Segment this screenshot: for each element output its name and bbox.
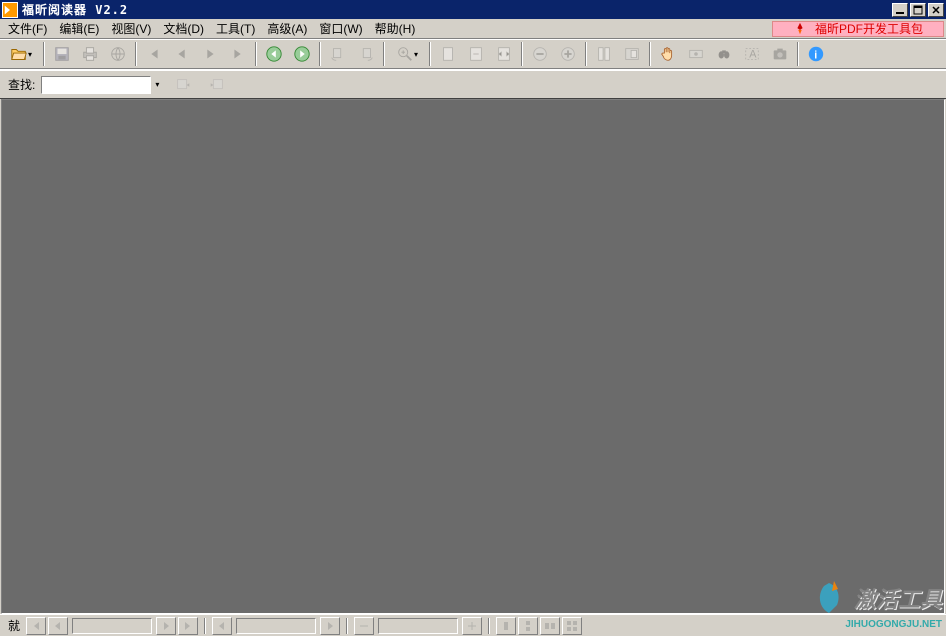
fit-page-button[interactable]	[463, 41, 489, 67]
separator	[797, 42, 799, 66]
print-button[interactable]	[77, 41, 103, 67]
watermark-url: JIHUOGONGJU.NET	[845, 619, 942, 630]
menu-advanced[interactable]: 高级(A)	[261, 18, 313, 39]
close-button[interactable]	[928, 3, 944, 17]
ad-text: 福昕PDF开发工具包	[815, 20, 923, 37]
find-label: 查找:	[8, 76, 35, 93]
info-button[interactable]: i	[803, 41, 829, 67]
view-continuous-facing-button[interactable]	[562, 617, 582, 635]
menu-document[interactable]: 文档(D)	[157, 18, 210, 39]
status-text: 就	[4, 617, 24, 634]
menu-window[interactable]: 窗口(W)	[313, 18, 368, 39]
ad-banner[interactable]: 福昕PDF开发工具包	[772, 21, 944, 37]
actual-size-button[interactable]	[435, 41, 461, 67]
window-controls	[892, 3, 944, 17]
document-viewport[interactable]	[1, 99, 945, 614]
prev-page-button[interactable]	[169, 41, 195, 67]
last-page-button[interactable]	[225, 41, 251, 67]
view-continuous-button[interactable]	[518, 617, 538, 635]
hscroll-slider[interactable]	[236, 618, 316, 634]
separator	[346, 618, 348, 634]
find-next-button[interactable]	[204, 72, 230, 98]
separator	[585, 42, 587, 66]
menu-tools[interactable]: 工具(T)	[210, 18, 261, 39]
menubar: 文件(F) 编辑(E) 视图(V) 文档(D) 工具(T) 高级(A) 窗口(W…	[0, 19, 946, 39]
zoom-slider[interactable]	[378, 618, 458, 634]
sb-zoom-in-button[interactable]	[462, 617, 482, 635]
hand-tool-button[interactable]	[655, 41, 681, 67]
menu-file[interactable]: 文件(F)	[2, 18, 53, 39]
binoculars-icon[interactable]	[711, 41, 737, 67]
main-toolbar: ▾ ▾ A i	[0, 39, 946, 69]
rotate-ccw-button[interactable]	[325, 41, 351, 67]
email-button[interactable]	[105, 41, 131, 67]
separator	[488, 618, 490, 634]
separator	[383, 42, 385, 66]
snapshot-button[interactable]	[767, 41, 793, 67]
attachment-button[interactable]	[619, 41, 645, 67]
page-slider[interactable]	[72, 618, 152, 634]
separator	[204, 618, 206, 634]
find-dropdown[interactable]: ▾	[151, 76, 163, 94]
next-page-button[interactable]	[197, 41, 223, 67]
sb-next-button[interactable]	[156, 617, 176, 635]
svg-text:A: A	[749, 49, 757, 61]
forward-button[interactable]	[289, 41, 315, 67]
view-facing-button[interactable]	[540, 617, 560, 635]
separator	[319, 42, 321, 66]
sb-zoom-out-button[interactable]	[354, 617, 374, 635]
watermark-text: 激活工具	[854, 582, 942, 614]
separator	[135, 42, 137, 66]
back-button[interactable]	[261, 41, 287, 67]
separator	[649, 42, 651, 66]
rocket-icon	[793, 22, 807, 36]
sb-prev-button[interactable]	[48, 617, 68, 635]
menu-view[interactable]: 视图(V)	[105, 18, 157, 39]
maximize-button[interactable]	[910, 3, 926, 17]
separator	[429, 42, 431, 66]
app-icon	[2, 2, 18, 18]
first-page-button[interactable]	[141, 41, 167, 67]
open-button[interactable]: ▾	[3, 41, 39, 67]
sb-first-button[interactable]	[26, 617, 46, 635]
select-tool-button[interactable]	[683, 41, 709, 67]
statusbar: 就	[0, 614, 946, 636]
fit-width-button[interactable]	[491, 41, 517, 67]
zoom-button[interactable]: ▾	[389, 41, 425, 67]
sb-scroll-right-button[interactable]	[320, 617, 340, 635]
zoom-out-button[interactable]	[527, 41, 553, 67]
find-input[interactable]	[41, 76, 151, 94]
findbar: 查找: ▾	[0, 69, 946, 99]
watermark-icon	[814, 578, 854, 618]
separator	[521, 42, 523, 66]
minimize-button[interactable]	[892, 3, 908, 17]
sb-last-button[interactable]	[178, 617, 198, 635]
sb-scroll-left-button[interactable]	[212, 617, 232, 635]
menu-edit[interactable]: 编辑(E)	[53, 18, 105, 39]
svg-text:i: i	[814, 50, 817, 62]
watermark: 激活工具	[814, 578, 942, 618]
bookmark-button[interactable]	[591, 41, 617, 67]
text-select-button[interactable]: A	[739, 41, 765, 67]
titlebar: 福昕阅读器 V2.2	[0, 0, 946, 19]
zoom-in-button[interactable]	[555, 41, 581, 67]
find-prev-button[interactable]	[170, 72, 196, 98]
menu-help[interactable]: 帮助(H)	[369, 18, 422, 39]
view-single-button[interactable]	[496, 617, 516, 635]
save-button[interactable]	[49, 41, 75, 67]
rotate-cw-button[interactable]	[353, 41, 379, 67]
window-title: 福昕阅读器 V2.2	[22, 1, 892, 18]
separator	[255, 42, 257, 66]
separator	[43, 42, 45, 66]
